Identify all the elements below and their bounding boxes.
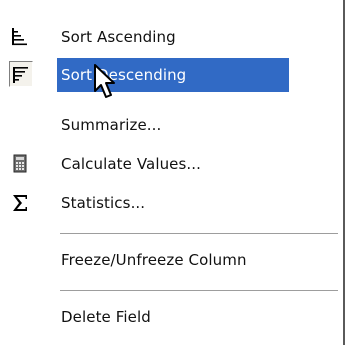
sort-ascending-icon <box>8 25 32 49</box>
menu-item-label: Summarize... <box>61 116 162 134</box>
menu-item-summarize[interactable]: Summarize... <box>0 108 340 142</box>
menu-item-delete-field[interactable]: Delete Field <box>0 300 340 334</box>
menu-item-calculate-values[interactable]: Calculate Values... <box>0 147 340 181</box>
menu-item-label: Sort Descending <box>61 66 187 84</box>
sort-descending-icon <box>9 63 33 87</box>
menu-item-label: Freeze/Unfreeze Column <box>61 251 247 269</box>
menu-item-sort-ascending[interactable]: Sort Ascending <box>0 20 340 54</box>
menu-item-label: Statistics... <box>61 194 146 212</box>
menu-separator <box>60 233 338 235</box>
menu-item-freeze-unfreeze-column[interactable]: Freeze/Unfreeze Column <box>0 243 340 277</box>
menu-separator <box>60 290 338 292</box>
menu-item-sort-descending[interactable]: Sort Descending <box>0 58 340 92</box>
menu-item-statistics[interactable]: Statistics... <box>0 186 340 220</box>
mouse-cursor-icon <box>94 64 115 98</box>
calculator-icon <box>8 152 32 176</box>
menu-item-label: Calculate Values... <box>61 155 202 173</box>
sigma-icon <box>8 191 32 215</box>
context-menu: Sort Ascending Sort Descending Summarize… <box>0 0 345 345</box>
menu-item-label: Sort Ascending <box>61 28 176 46</box>
menu-item-label: Delete Field <box>61 308 151 326</box>
